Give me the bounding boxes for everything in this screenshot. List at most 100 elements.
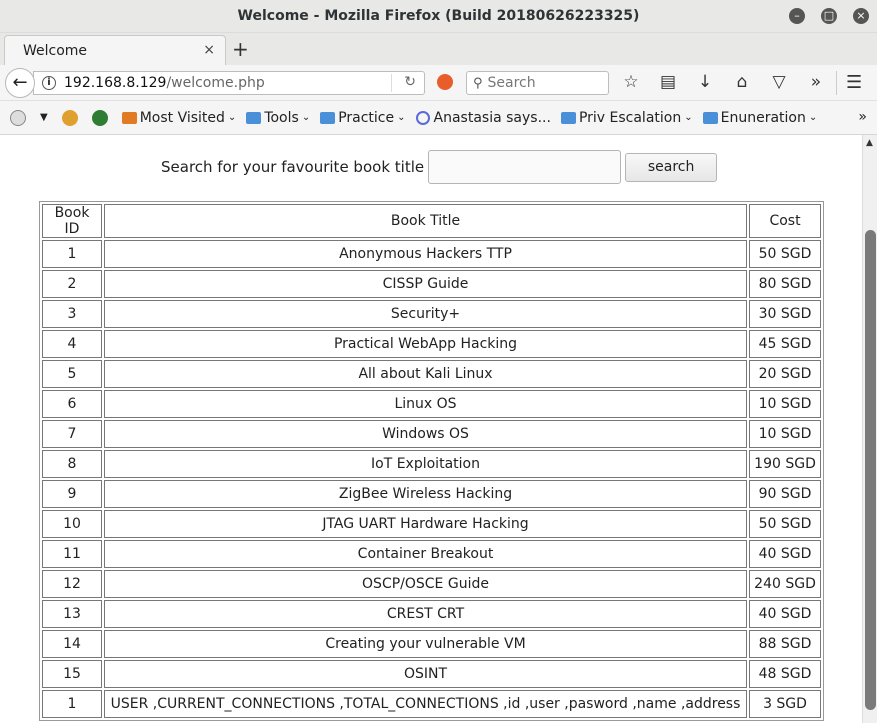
- home-icon[interactable]: ⌂: [731, 72, 753, 92]
- chevron-down-icon: ⌄: [397, 112, 406, 123]
- new-tab-icon[interactable]: +: [232, 39, 249, 59]
- bookmark-star-icon[interactable]: ☆: [620, 72, 642, 92]
- table-row: 1 Anonymous Hackers TTP 50 SGD: [42, 240, 821, 268]
- books-table: Book ID Book Title Cost 1 Anonymous Hacke…: [39, 201, 824, 721]
- chevron-down-icon: ⌄: [808, 112, 818, 123]
- bookmarks-toolbar: ▼ Most Visited ⌄ Tools ⌄ Practice ⌄ Anastas…: [0, 101, 877, 135]
- cell-book-title: Linux OS: [104, 390, 747, 418]
- url-separator: [391, 74, 392, 92]
- scrollbar-thumb[interactable]: [865, 230, 876, 710]
- table-row: 2 CISSP Guide 80 SGD: [42, 270, 821, 298]
- cell-book-title: JTAG UART Hardware Hacking: [104, 510, 747, 538]
- vertical-scrollbar[interactable]: ▲: [862, 135, 877, 723]
- pocket-icon[interactable]: ▽: [768, 72, 790, 92]
- noscript-icon[interactable]: [437, 74, 453, 90]
- table-row: 11 Container Breakout 40 SGD: [42, 540, 821, 568]
- ring-icon: [415, 110, 430, 125]
- search-icon: ⚲: [473, 75, 483, 91]
- table-row: 12 OSCP/OSCE Guide 240 SGD: [42, 570, 821, 598]
- bookmark-label: Practice: [338, 109, 395, 126]
- chevron-down-icon: ⌄: [227, 112, 237, 123]
- cell-book-title: CISSP Guide: [104, 270, 747, 298]
- cell-cost: 10 SGD: [749, 390, 821, 418]
- cell-cost: 3 SGD: [749, 690, 821, 718]
- menu-icon[interactable]: ☰: [846, 72, 862, 93]
- cell-book-title: CREST CRT: [104, 600, 747, 628]
- chevron-down-icon: ⌄: [301, 112, 311, 123]
- cell-book-id: 2: [42, 270, 102, 298]
- cell-cost: 190 SGD: [749, 450, 821, 478]
- header-book-id: Book ID: [42, 204, 102, 238]
- bookmark-tools[interactable]: Tools ⌄: [246, 110, 310, 126]
- cell-book-id: 11: [42, 540, 102, 568]
- tab-welcome[interactable]: Welcome ×: [4, 35, 226, 65]
- maximize-icon[interactable]: □: [821, 8, 837, 24]
- folder-icon: [320, 111, 336, 124]
- bookmark-label: Most Visited: [139, 109, 225, 126]
- bookmark-most-visited[interactable]: Most Visited ⌄: [121, 109, 237, 126]
- bookmark-enuneration[interactable]: Enuneration ⌄: [702, 110, 818, 126]
- cell-cost: 50 SGD: [749, 240, 821, 268]
- extension-icon-2[interactable]: [91, 109, 108, 126]
- site-info-icon[interactable]: i: [42, 76, 56, 90]
- folder-icon: [121, 111, 137, 124]
- table-row: 3 Security+ 30 SGD: [42, 300, 821, 328]
- cell-book-id: 4: [42, 330, 102, 358]
- back-arrow-icon: ←: [12, 72, 28, 93]
- url-bar[interactable]: i 192.168.8.129/welcome.php ↻: [33, 71, 425, 95]
- cell-cost: 45 SGD: [749, 330, 821, 358]
- cell-book-title: Security+: [104, 300, 747, 328]
- folder-icon: [246, 111, 262, 124]
- cell-book-id: 3: [42, 300, 102, 328]
- tab-close-icon[interactable]: ×: [203, 42, 215, 58]
- toolbar-separator: [836, 71, 837, 95]
- table-row: 15 OSINT 48 SGD: [42, 660, 821, 688]
- cell-book-id: 12: [42, 570, 102, 598]
- cell-book-title: USER ,CURRENT_CONNECTIONS ,TOTAL_CONNECT…: [104, 690, 747, 718]
- close-window-icon[interactable]: ×: [853, 8, 869, 24]
- cell-book-id: 5: [42, 360, 102, 388]
- search-button[interactable]: search: [625, 152, 718, 182]
- chevron-down-icon: ⌄: [684, 112, 693, 123]
- cell-book-title: All about Kali Linux: [104, 360, 747, 388]
- overflow-chevron-icon[interactable]: »: [805, 72, 827, 92]
- reload-icon[interactable]: ↻: [404, 74, 416, 90]
- bookmark-anastasia[interactable]: Anastasia says...: [415, 109, 551, 126]
- cell-book-title: Anonymous Hackers TTP: [104, 240, 747, 268]
- bookmarks-overflow-icon[interactable]: »: [858, 109, 867, 125]
- table-row: 6 Linux OS 10 SGD: [42, 390, 821, 418]
- cell-cost: 80 SGD: [749, 270, 821, 298]
- bookmark-priv-escalation[interactable]: Priv Escalation ⌄: [560, 110, 693, 126]
- cell-book-id: 1: [42, 240, 102, 268]
- cell-cost: 40 SGD: [749, 600, 821, 628]
- page-content: Search for your favourite book title sea…: [0, 135, 862, 723]
- cell-cost: 50 SGD: [749, 510, 821, 538]
- cell-book-id: 14: [42, 630, 102, 658]
- cell-cost: 30 SGD: [749, 300, 821, 328]
- cell-book-id: 15: [42, 660, 102, 688]
- header-book-title: Book Title: [104, 204, 747, 238]
- table-row: 1 USER ,CURRENT_CONNECTIONS ,TOTAL_CONNEC…: [42, 690, 821, 718]
- reading-list-icon[interactable]: ▤: [657, 72, 679, 92]
- cell-book-title: Practical WebApp Hacking: [104, 330, 747, 358]
- cell-book-title: OSCP/OSCE Guide: [104, 570, 747, 598]
- back-button[interactable]: ←: [5, 68, 35, 98]
- bookmark-label: Anastasia says...: [433, 109, 551, 126]
- cell-cost: 90 SGD: [749, 480, 821, 508]
- cell-cost: 10 SGD: [749, 420, 821, 448]
- chevron-down-icon[interactable]: ▼: [40, 112, 48, 123]
- search-bar[interactable]: ⚲ Search: [466, 71, 609, 95]
- extension-icon[interactable]: [61, 109, 78, 126]
- table-row: 8 IoT Exploitation 190 SGD: [42, 450, 821, 478]
- minimize-icon[interactable]: –: [789, 8, 805, 24]
- cell-book-title: OSINT: [104, 660, 747, 688]
- table-row: 9 ZigBee Wireless Hacking 90 SGD: [42, 480, 821, 508]
- book-search-input[interactable]: [428, 150, 622, 184]
- downloads-icon[interactable]: ↓: [694, 72, 716, 92]
- table-body: 1 Anonymous Hackers TTP 50 SGD 2 CISSP Guide…: [42, 240, 821, 718]
- customize-icon[interactable]: [10, 109, 26, 126]
- table-row: 4 Practical WebApp Hacking 45 SGD: [42, 330, 821, 358]
- scroll-up-icon[interactable]: ▲: [866, 138, 873, 148]
- cell-cost: 20 SGD: [749, 360, 821, 388]
- bookmark-practice[interactable]: Practice ⌄: [320, 109, 406, 126]
